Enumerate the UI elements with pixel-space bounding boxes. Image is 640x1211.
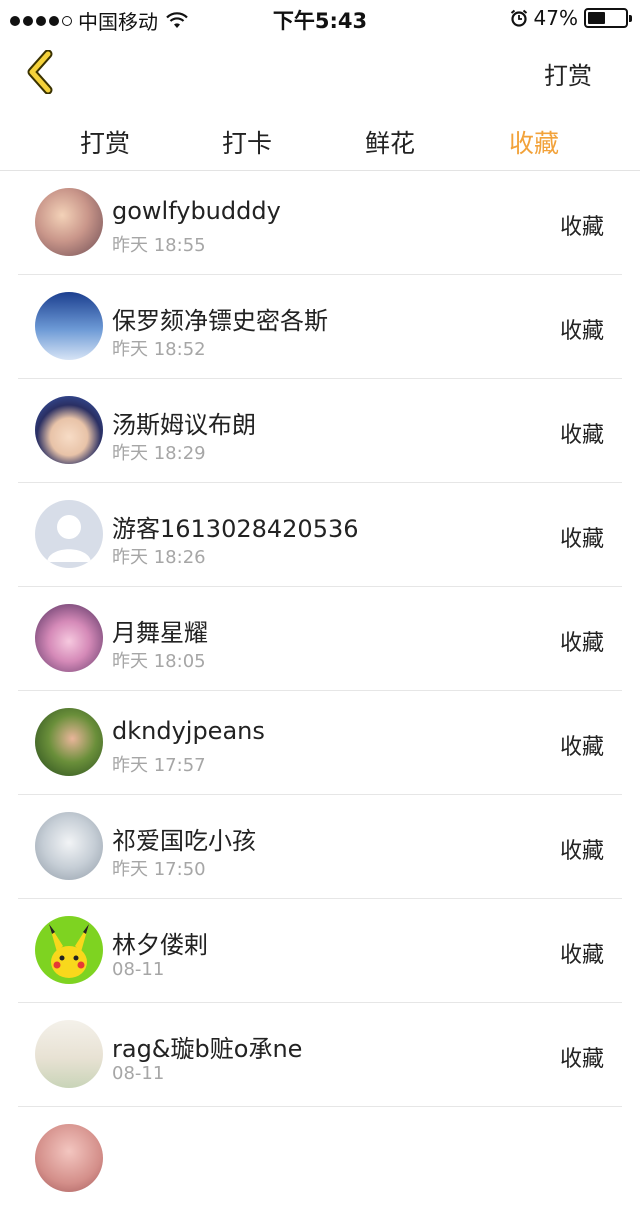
user-name: gowlfybudddy bbox=[112, 197, 281, 225]
avatar[interactable] bbox=[35, 292, 103, 360]
avatar[interactable] bbox=[35, 1020, 103, 1088]
tab-favorites[interactable]: 收藏 bbox=[474, 124, 594, 160]
avatar[interactable] bbox=[35, 396, 103, 464]
list-item[interactable]: gowlfybudddy 昨天 18:55 收藏 bbox=[0, 171, 640, 275]
item-time: 昨天 18:52 bbox=[112, 339, 206, 360]
status-right: 47% bbox=[510, 6, 632, 30]
tab-checkin[interactable]: 打卡 bbox=[187, 124, 307, 160]
back-chevron-icon[interactable] bbox=[24, 50, 58, 94]
user-name: 祁爱国吃小孩 bbox=[112, 827, 256, 855]
list-item[interactable]: rag&璇b赃o承ne 08-11 收藏 bbox=[0, 1003, 640, 1107]
user-name: 汤斯姆议布朗 bbox=[112, 411, 256, 439]
item-time: 昨天 18:29 bbox=[112, 443, 206, 464]
item-action-label: 收藏 bbox=[559, 527, 604, 552]
battery-icon bbox=[584, 8, 632, 28]
item-action-label: 收藏 bbox=[559, 943, 604, 968]
battery-percent: 47% bbox=[533, 6, 578, 30]
user-name: 月舞星耀 bbox=[112, 619, 208, 647]
user-name: 林夕偻剌 bbox=[112, 931, 208, 959]
item-time: 昨天 18:55 bbox=[112, 235, 206, 256]
avatar[interactable] bbox=[35, 188, 103, 256]
avatar-placeholder[interactable] bbox=[35, 500, 103, 568]
item-action-label: 收藏 bbox=[559, 319, 604, 344]
user-name: dkndyjpeans bbox=[112, 717, 265, 745]
item-action-label: 收藏 bbox=[559, 631, 604, 656]
item-time: 昨天 17:50 bbox=[112, 859, 206, 880]
avatar[interactable] bbox=[35, 1124, 103, 1192]
pikachu-icon bbox=[49, 924, 89, 978]
reward-button[interactable]: 打赏 bbox=[544, 56, 592, 91]
list-item[interactable]: 祁爱国吃小孩 昨天 17:50 收藏 bbox=[0, 795, 640, 899]
list-item[interactable]: 保罗颏净镖史密各斯 昨天 18:52 收藏 bbox=[0, 275, 640, 379]
item-time: 08-11 bbox=[112, 959, 165, 980]
avatar[interactable] bbox=[35, 708, 103, 776]
user-name: rag&璇b赃o承ne bbox=[112, 1035, 303, 1063]
item-action-label: 收藏 bbox=[559, 423, 604, 448]
list-item[interactable]: 月舞星耀 昨天 18:05 收藏 bbox=[0, 587, 640, 691]
avatar[interactable] bbox=[35, 916, 103, 984]
list-item[interactable]: 游客1613028420536 昨天 18:26 收藏 bbox=[0, 483, 640, 587]
item-action-label: 收藏 bbox=[559, 839, 604, 864]
user-silhouette-icon bbox=[47, 515, 91, 562]
item-action-label: 收藏 bbox=[559, 735, 604, 760]
list-item[interactable] bbox=[0, 1107, 640, 1211]
nav-bar: 打赏 bbox=[0, 36, 640, 110]
tab-flowers[interactable]: 鲜花 bbox=[330, 124, 450, 160]
tab-bar: 打赏 打卡 鲜花 收藏 bbox=[0, 110, 640, 171]
avatar[interactable] bbox=[35, 604, 103, 672]
user-name: 保罗颏净镖史密各斯 bbox=[112, 307, 328, 335]
user-name: 游客1613028420536 bbox=[112, 515, 359, 543]
item-time: 昨天 17:57 bbox=[112, 755, 206, 776]
list-item[interactable]: 汤斯姆议布朗 昨天 18:29 收藏 bbox=[0, 379, 640, 483]
list-item[interactable]: 林夕偻剌 08-11 收藏 bbox=[0, 899, 640, 1003]
item-time: 昨天 18:05 bbox=[112, 651, 206, 672]
item-action-label: 收藏 bbox=[559, 215, 604, 240]
item-time: 昨天 18:26 bbox=[112, 547, 206, 568]
item-action-label: 收藏 bbox=[559, 1047, 604, 1072]
item-time: 08-11 bbox=[112, 1063, 165, 1084]
alarm-icon bbox=[510, 9, 527, 27]
tab-reward[interactable]: 打赏 bbox=[45, 124, 165, 160]
list-item[interactable]: dkndyjpeans 昨天 17:57 收藏 bbox=[0, 691, 640, 795]
favorites-list: gowlfybudddy 昨天 18:55 收藏 保罗颏净镖史密各斯 昨天 18… bbox=[0, 171, 640, 1211]
avatar[interactable] bbox=[35, 812, 103, 880]
status-bar: 中国移动 下午5:43 47% bbox=[0, 0, 640, 36]
